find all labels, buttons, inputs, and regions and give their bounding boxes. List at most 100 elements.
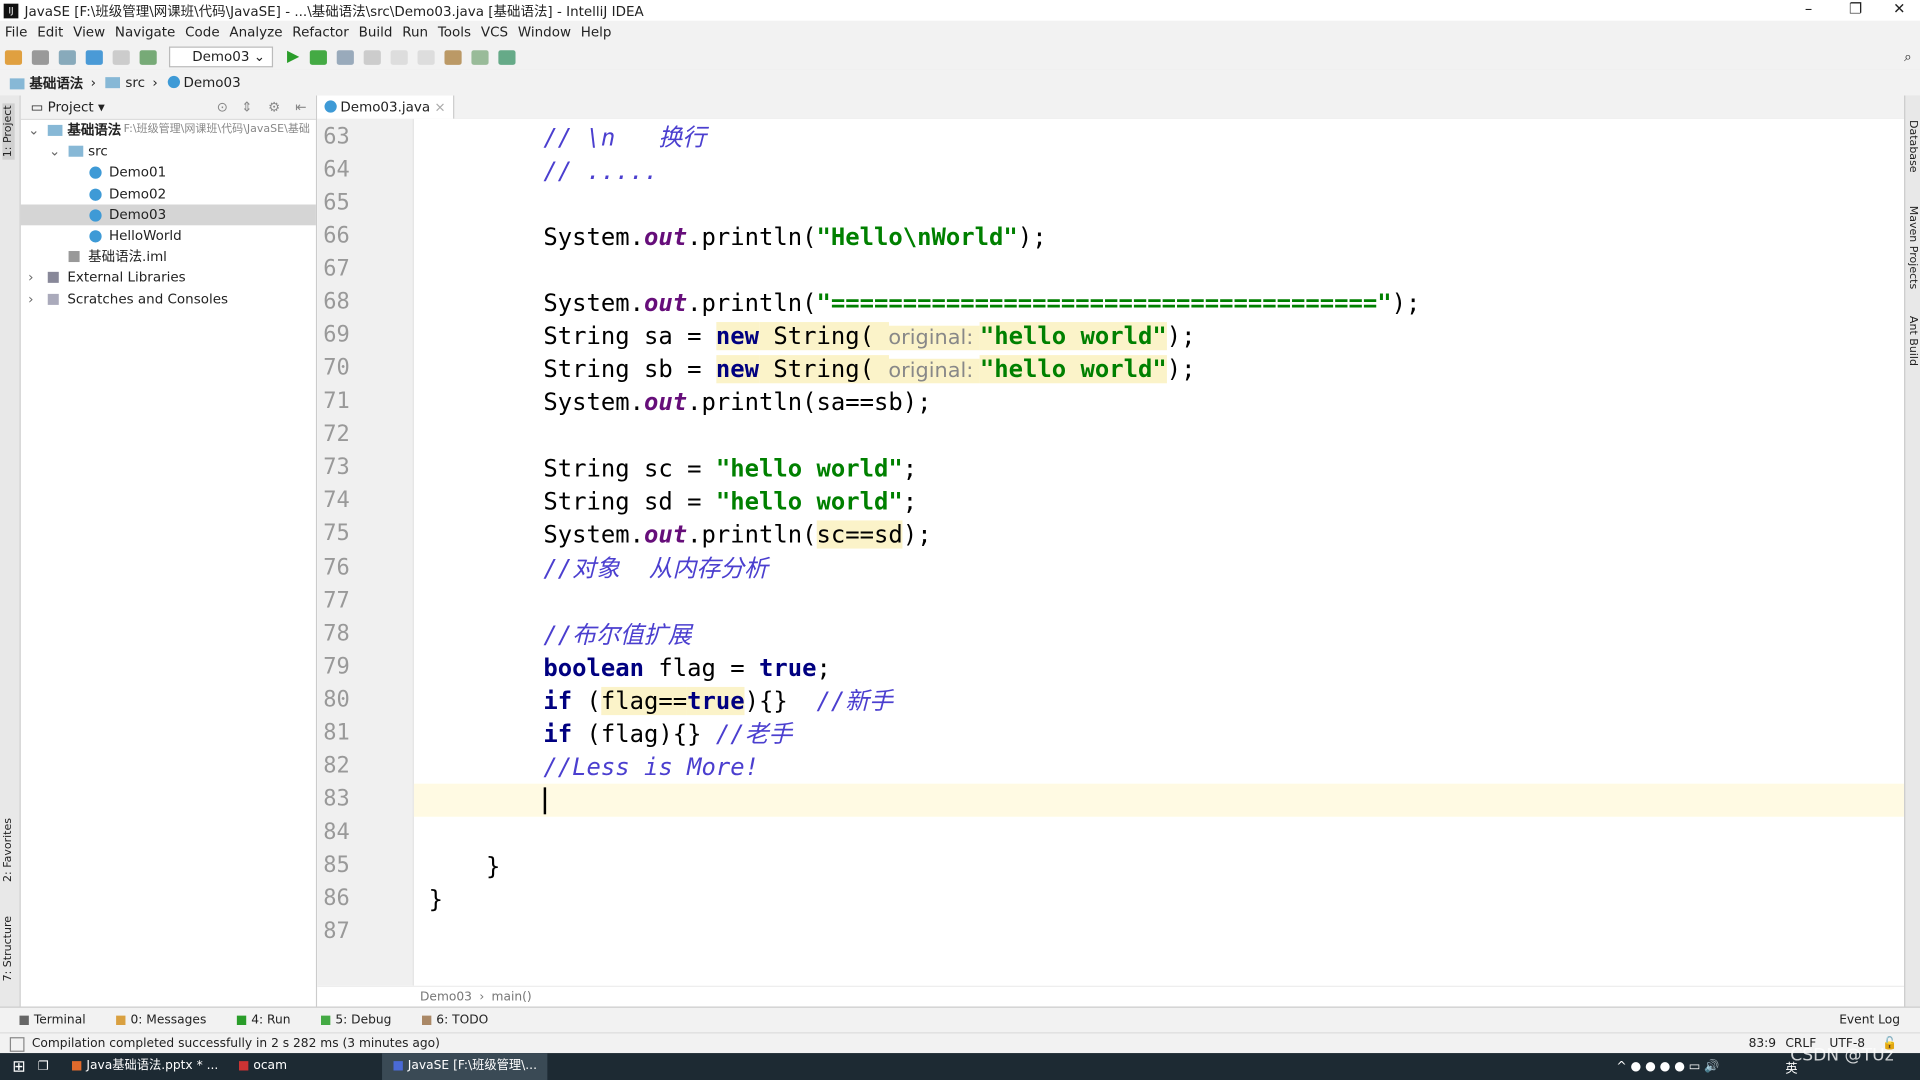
run-icon[interactable]: ▶ bbox=[287, 48, 299, 66]
code-line[interactable]: boolean flag = true; bbox=[543, 651, 831, 684]
code-line[interactable]: //Less is More! bbox=[543, 750, 759, 783]
code-line[interactable]: String sd = "hello world"; bbox=[543, 485, 917, 518]
menu-tools[interactable]: Tools bbox=[438, 24, 471, 40]
menu-vcs[interactable]: VCS bbox=[481, 24, 508, 40]
code-line[interactable]: System.out.println(sc==sd); bbox=[543, 519, 932, 552]
tab-demo03-java[interactable]: Demo03.java × bbox=[317, 95, 455, 119]
menu-edit[interactable]: Edit bbox=[37, 24, 63, 40]
code-line[interactable]: System.out.println("====================… bbox=[543, 287, 1420, 320]
tree-item[interactable]: Demo01 bbox=[21, 162, 316, 183]
tree-item[interactable]: ⌄ 基础语法 F:\班级管理\网课班\代码\JavaSE\基础 bbox=[21, 120, 316, 141]
code-line[interactable]: System.out.println(sa==sb); bbox=[543, 386, 931, 419]
database-tool-button[interactable]: Database bbox=[1907, 120, 1919, 173]
locate-icon[interactable]: ⊙ bbox=[217, 99, 228, 115]
tree-item[interactable]: HelloWorld bbox=[21, 225, 316, 246]
save-icon[interactable] bbox=[31, 49, 49, 65]
breadcrumb-class[interactable]: Demo03 bbox=[420, 991, 472, 1004]
code-line[interactable]: if (flag==true){} //新手 bbox=[543, 684, 893, 717]
menu-view[interactable]: View bbox=[73, 24, 105, 40]
restore-button[interactable]: ❐ bbox=[1849, 0, 1862, 17]
tool-tab-debug[interactable]: ■ 5: Debug bbox=[320, 1014, 392, 1027]
project-tool-button[interactable]: 1: Project bbox=[2, 102, 15, 160]
breadcrumb-method[interactable]: main() bbox=[492, 991, 532, 1004]
event-log-button[interactable]: Event Log bbox=[1839, 1014, 1900, 1027]
tool-tab-todo[interactable]: ■ 6: TODO bbox=[421, 1014, 488, 1027]
forward-icon[interactable] bbox=[112, 49, 130, 65]
code-line[interactable]: if (flag){} //老手 bbox=[543, 717, 792, 750]
editor-breadcrumb: Demo03 › main() bbox=[317, 985, 1905, 1008]
sdk-icon[interactable] bbox=[471, 49, 490, 65]
tree-item[interactable]: Demo02 bbox=[21, 183, 316, 204]
back-icon[interactable] bbox=[85, 49, 103, 65]
code-line[interactable]: String sc = "hello world"; bbox=[543, 452, 917, 485]
collapse-icon[interactable]: ⇕ bbox=[241, 99, 252, 115]
task-view-icon[interactable]: ❐ bbox=[38, 1060, 49, 1073]
expand-arrow-icon[interactable]: ⌄ bbox=[28, 120, 39, 141]
close-tab-icon[interactable]: × bbox=[434, 99, 445, 115]
project-structure-icon[interactable] bbox=[444, 49, 463, 65]
tool-tab-run[interactable]: ■ 4: Run bbox=[236, 1014, 291, 1027]
coverage-icon[interactable] bbox=[337, 49, 355, 65]
vcs-commit-icon[interactable] bbox=[418, 49, 436, 65]
tool-tab-messages[interactable]: ■ 0: Messages bbox=[115, 1014, 206, 1027]
menu-build[interactable]: Build bbox=[359, 24, 393, 40]
line-number: 64 bbox=[323, 156, 350, 183]
menu-window[interactable]: Window bbox=[518, 24, 571, 40]
code-editor[interactable]: 63 64 65 66 67 68 69 70 71 72 73 74 75 76 77 78 79 80 81 82… bbox=[317, 118, 1905, 986]
start-icon[interactable]: ⊞ bbox=[12, 1057, 25, 1075]
minimize-button[interactable]: – bbox=[1805, 0, 1812, 17]
expand-arrow-icon[interactable]: › bbox=[28, 288, 33, 309]
nav-class[interactable]: Demo03 bbox=[167, 75, 241, 91]
menu-file[interactable]: File bbox=[5, 24, 28, 40]
code-line[interactable]: // \n 换行 bbox=[543, 121, 706, 154]
caret-position[interactable]: 83:9 bbox=[1749, 1037, 1777, 1050]
nav-module[interactable]: 基础语法 bbox=[9, 73, 83, 93]
taskbar-item[interactable]: ■ Java基础语法.pptx * ... bbox=[61, 1053, 228, 1080]
menu-run[interactable]: Run bbox=[402, 24, 428, 40]
debug-icon[interactable] bbox=[310, 49, 328, 65]
tree-item[interactable]: 基础语法.iml bbox=[21, 246, 316, 267]
code-line[interactable]: //布尔值扩展 bbox=[543, 618, 691, 651]
run-config-select[interactable]: Demo03 ⌄ bbox=[168, 46, 274, 68]
menu-analyze[interactable]: Analyze bbox=[229, 24, 282, 40]
tree-item[interactable]: Demo03 bbox=[20, 204, 316, 226]
nav-src[interactable]: src bbox=[105, 75, 145, 91]
code-line[interactable]: } bbox=[486, 850, 500, 883]
menu-help[interactable]: Help bbox=[581, 24, 612, 40]
tray-icons[interactable]: ^ ● ● ● ● ▭ 🔊 bbox=[1616, 1060, 1719, 1073]
hide-icon[interactable]: ⇤ bbox=[295, 99, 306, 115]
tool-tab-terminal[interactable]: ■ Terminal bbox=[18, 1014, 85, 1027]
menu-refactor[interactable]: Refactor bbox=[292, 24, 349, 40]
tool-windows-icon[interactable] bbox=[9, 1036, 25, 1052]
tree-item[interactable]: › External Libraries bbox=[21, 267, 316, 288]
taskbar-item[interactable]: ■ JavaSE [F:\班级管理\... bbox=[382, 1053, 547, 1080]
structure-tool-button[interactable]: 7: Structure bbox=[2, 916, 14, 982]
favorites-tool-button[interactable]: 2: Favorites bbox=[2, 818, 14, 882]
close-button[interactable]: ✕ bbox=[1893, 0, 1905, 17]
tree-item[interactable]: ⌄ src bbox=[21, 141, 316, 162]
code-line[interactable]: String sa = new String( original: "hello… bbox=[543, 320, 1196, 353]
code-line[interactable]: String sb = new String( original: "hello… bbox=[543, 353, 1196, 386]
plugin-icon[interactable] bbox=[498, 49, 517, 65]
expand-arrow-icon[interactable]: ⌄ bbox=[49, 141, 60, 162]
sync-icon[interactable] bbox=[58, 49, 76, 65]
code-line[interactable]: //对象 从内存分析 bbox=[543, 552, 768, 585]
code-line[interactable]: System.out.println("Hello\nWorld"); bbox=[543, 221, 1046, 254]
code-line[interactable]: } bbox=[429, 883, 443, 916]
tree-item[interactable]: › Scratches and Consoles bbox=[21, 288, 316, 309]
build-icon[interactable] bbox=[139, 49, 157, 65]
ant-build-tool-button[interactable]: Ant Build bbox=[1907, 316, 1919, 366]
expand-arrow-icon[interactable]: › bbox=[28, 267, 33, 288]
code-line[interactable]: // ..... bbox=[543, 154, 658, 187]
open-icon[interactable] bbox=[4, 49, 23, 65]
maven-tool-button[interactable]: Maven Projects bbox=[1907, 206, 1919, 290]
search-everywhere-icon[interactable]: ⌕ bbox=[1904, 48, 1912, 65]
vcs-icon[interactable] bbox=[391, 49, 409, 65]
line-number: 78 bbox=[323, 620, 350, 647]
stop-icon[interactable] bbox=[364, 49, 382, 65]
project-view-select[interactable]: ▭ Project ▾ bbox=[31, 99, 105, 115]
menu-code[interactable]: Code bbox=[185, 24, 219, 40]
menu-navigate[interactable]: Navigate bbox=[115, 24, 175, 40]
taskbar-item[interactable]: ■ ocam bbox=[228, 1053, 297, 1080]
settings-gear-icon[interactable]: ⚙ bbox=[268, 99, 280, 115]
